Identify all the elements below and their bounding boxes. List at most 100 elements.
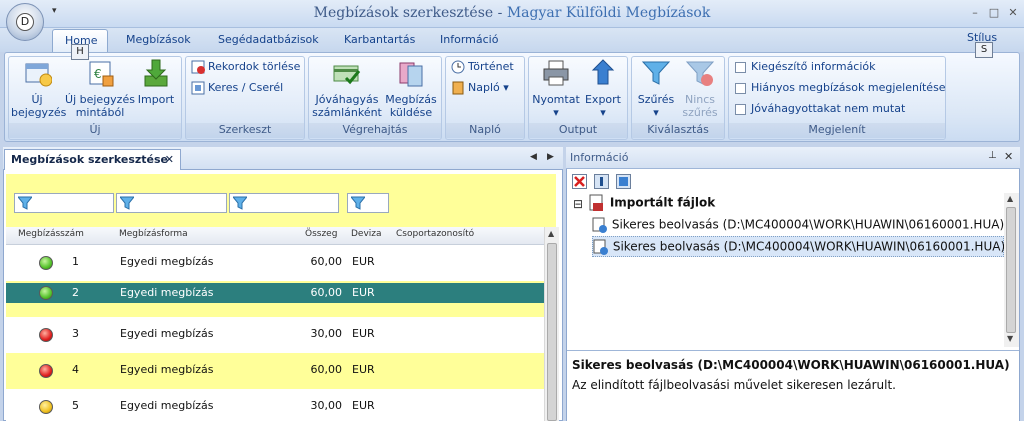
send-order-button[interactable]: Megbízás küldése <box>384 58 438 119</box>
find-replace-label: Keres / Cserél <box>208 81 284 94</box>
filter-button[interactable]: Szűrés ▾ <box>635 58 677 119</box>
tab-segedadatbazisok[interactable]: Segédadatbázisok <box>206 31 331 51</box>
filter-form-input[interactable] <box>116 193 227 213</box>
supplementary-info-label: Kiegészítő információk <box>751 60 876 73</box>
print-dropdown-icon: ▾ <box>553 106 559 119</box>
tree-root-label: Importált fájlok <box>609 195 716 210</box>
cell-amount: 30,00 <box>310 327 343 340</box>
col-header-form[interactable]: Megbízásforma <box>119 229 188 239</box>
window-title: Megbízások szerkesztése - Magyar Külföld… <box>0 5 1024 21</box>
history-button[interactable]: Történet <box>451 58 514 76</box>
filter-number-input[interactable] <box>14 193 114 213</box>
checkbox-box[interactable] <box>735 61 746 73</box>
filter-icon <box>18 196 32 210</box>
send-order-label-2: küldése <box>389 106 433 119</box>
pin-icon[interactable]: ⊥ <box>988 150 997 161</box>
application-menu-button[interactable]: D <box>6 3 44 41</box>
tree-collapse-toggle[interactable]: ⊟ <box>573 197 583 211</box>
cell-form: Egyedi megbízás <box>120 286 214 299</box>
new-entry-button[interactable]: Új bejegyzés <box>11 58 66 119</box>
table-row[interactable]: 4 Egyedi megbízás 60,00 EUR <box>6 353 544 389</box>
table-row[interactable]: 3 Egyedi megbízás 30,00 EUR <box>6 317 544 353</box>
filter-currency-input[interactable] <box>347 193 389 213</box>
scroll-up-icon[interactable]: ▲ <box>1007 194 1013 203</box>
table-row[interactable]: 5 Egyedi megbízás 30,00 EUR <box>6 389 544 421</box>
status-green-icon <box>39 256 53 270</box>
group-label: Új <box>9 123 181 138</box>
cell-currency: EUR <box>352 399 375 412</box>
cell-number: 5 <box>72 399 79 412</box>
approve-card-icon <box>333 65 361 85</box>
clear-filter-icon <box>685 61 715 86</box>
filter-funnel-icon <box>641 61 671 85</box>
delete-icon[interactable] <box>572 174 587 189</box>
information-panel-title: Információ <box>570 151 629 164</box>
tab-karbantartas[interactable]: Karbantartás <box>332 31 427 51</box>
nav-prev-icon[interactable]: ◀ <box>530 152 537 162</box>
new-from-template-button[interactable]: € Új bejegyzés mintából <box>64 58 136 119</box>
keytip-stilus: S <box>975 42 993 58</box>
col-header-amount[interactable]: Összeg <box>305 229 337 239</box>
col-header-currency[interactable]: Deviza <box>351 229 382 239</box>
print-button[interactable]: Nyomtat ▾ <box>532 58 580 119</box>
filter-amount-input[interactable] <box>229 193 339 213</box>
detail-text: Az elindított fájlbeolvasási művelet sik… <box>572 378 896 392</box>
no-filter-button[interactable]: Nincs szűrés <box>678 58 722 119</box>
show-incomplete-checkbox[interactable]: Hiányos megbízások megjelenítése <box>735 79 946 97</box>
import-button[interactable]: Import <box>136 58 176 106</box>
table-row[interactable]: 1 Egyedi megbízás 60,00 EUR <box>6 245 544 281</box>
status-red-icon <box>39 364 53 378</box>
folder-document-icon <box>589 194 603 211</box>
nav-next-icon[interactable]: ▶ <box>547 152 554 162</box>
maximize-button[interactable]: □ <box>987 6 1001 20</box>
cell-amount: 60,00 <box>310 363 343 376</box>
approve-per-account-button[interactable]: Jóváhagyás számlánként <box>312 58 382 119</box>
close-button[interactable]: ✕ <box>1006 6 1020 20</box>
print-label: Nyomtat <box>532 93 580 106</box>
table-row[interactable]: 2 Egyedi megbízás 60,00 EUR <box>6 281 544 317</box>
cell-number: 1 <box>72 255 79 268</box>
tab-title: Megbízások szerkesztése <box>11 153 168 166</box>
tree-node-success-2[interactable]: Sikeres beolvasás (D:\MC400004\WORK\HUAW… <box>592 236 1006 257</box>
export-button[interactable]: Export ▾ <box>582 58 624 119</box>
tab-informacio[interactable]: Információ <box>428 31 510 51</box>
tree-node-imported-files[interactable]: Importált fájlok <box>588 194 715 212</box>
log-dropdown-icon: ▾ <box>503 81 509 94</box>
checkbox-box[interactable] <box>735 103 746 115</box>
grid-vertical-scrollbar[interactable]: ▲ <box>544 227 559 421</box>
filter-label: Szűrés <box>637 93 675 106</box>
hide-approved-checkbox[interactable]: Jóváhagyottakat nem mutat <box>735 100 905 118</box>
scroll-up-icon[interactable]: ▲ <box>548 229 554 238</box>
log-label: Napló <box>468 81 500 94</box>
tree-node-label: Sikeres beolvasás (D:\MC400004\WORK\HUAW… <box>612 239 1006 254</box>
supplementary-info-checkbox[interactable]: Kiegészítő információk <box>735 58 876 76</box>
cell-form: Egyedi megbízás <box>120 363 214 376</box>
scrollbar-thumb[interactable] <box>547 243 557 421</box>
minimize-button[interactable]: – <box>968 6 982 20</box>
scrollbar-thumb[interactable] <box>1006 207 1016 333</box>
delete-records-button[interactable]: Rekordok törlése <box>191 58 300 76</box>
tree-vertical-scrollbar[interactable]: ▲ ▼ <box>1004 193 1019 347</box>
find-replace-button[interactable]: Keres / Cserél <box>191 79 283 97</box>
cell-form: Egyedi megbízás <box>120 327 214 340</box>
svg-text:€: € <box>94 67 102 81</box>
filter-icon <box>120 196 134 210</box>
clock-icon <box>451 60 465 74</box>
show-incomplete-label: Hiányos megbízások megjelenítése <box>751 81 946 94</box>
scroll-down-icon[interactable]: ▼ <box>1007 334 1013 343</box>
expand-all-icon[interactable] <box>616 174 631 189</box>
cell-currency: EUR <box>352 363 375 376</box>
collapse-all-icon[interactable] <box>594 174 609 189</box>
checkbox-box[interactable] <box>735 82 746 94</box>
tree-node-success-1[interactable]: Sikeres beolvasás (D:\MC400004\WORK\HUAW… <box>592 215 1004 236</box>
tab-close-icon[interactable]: ✕ <box>165 153 174 166</box>
cell-form: Egyedi megbízás <box>120 255 214 268</box>
tab-megbizasok[interactable]: Megbízások <box>114 31 203 51</box>
delete-icon <box>191 60 205 74</box>
tab-orders-editor[interactable]: Megbízások szerkesztése ✕ <box>4 149 181 170</box>
panel-close-icon[interactable]: ✕ <box>1004 150 1013 163</box>
cell-amount: 60,00 <box>310 286 343 299</box>
col-header-number[interactable]: Megbízásszám <box>18 229 84 239</box>
log-button[interactable]: Napló ▾ <box>451 79 509 97</box>
col-header-group[interactable]: Csoportazonosító <box>396 229 474 239</box>
